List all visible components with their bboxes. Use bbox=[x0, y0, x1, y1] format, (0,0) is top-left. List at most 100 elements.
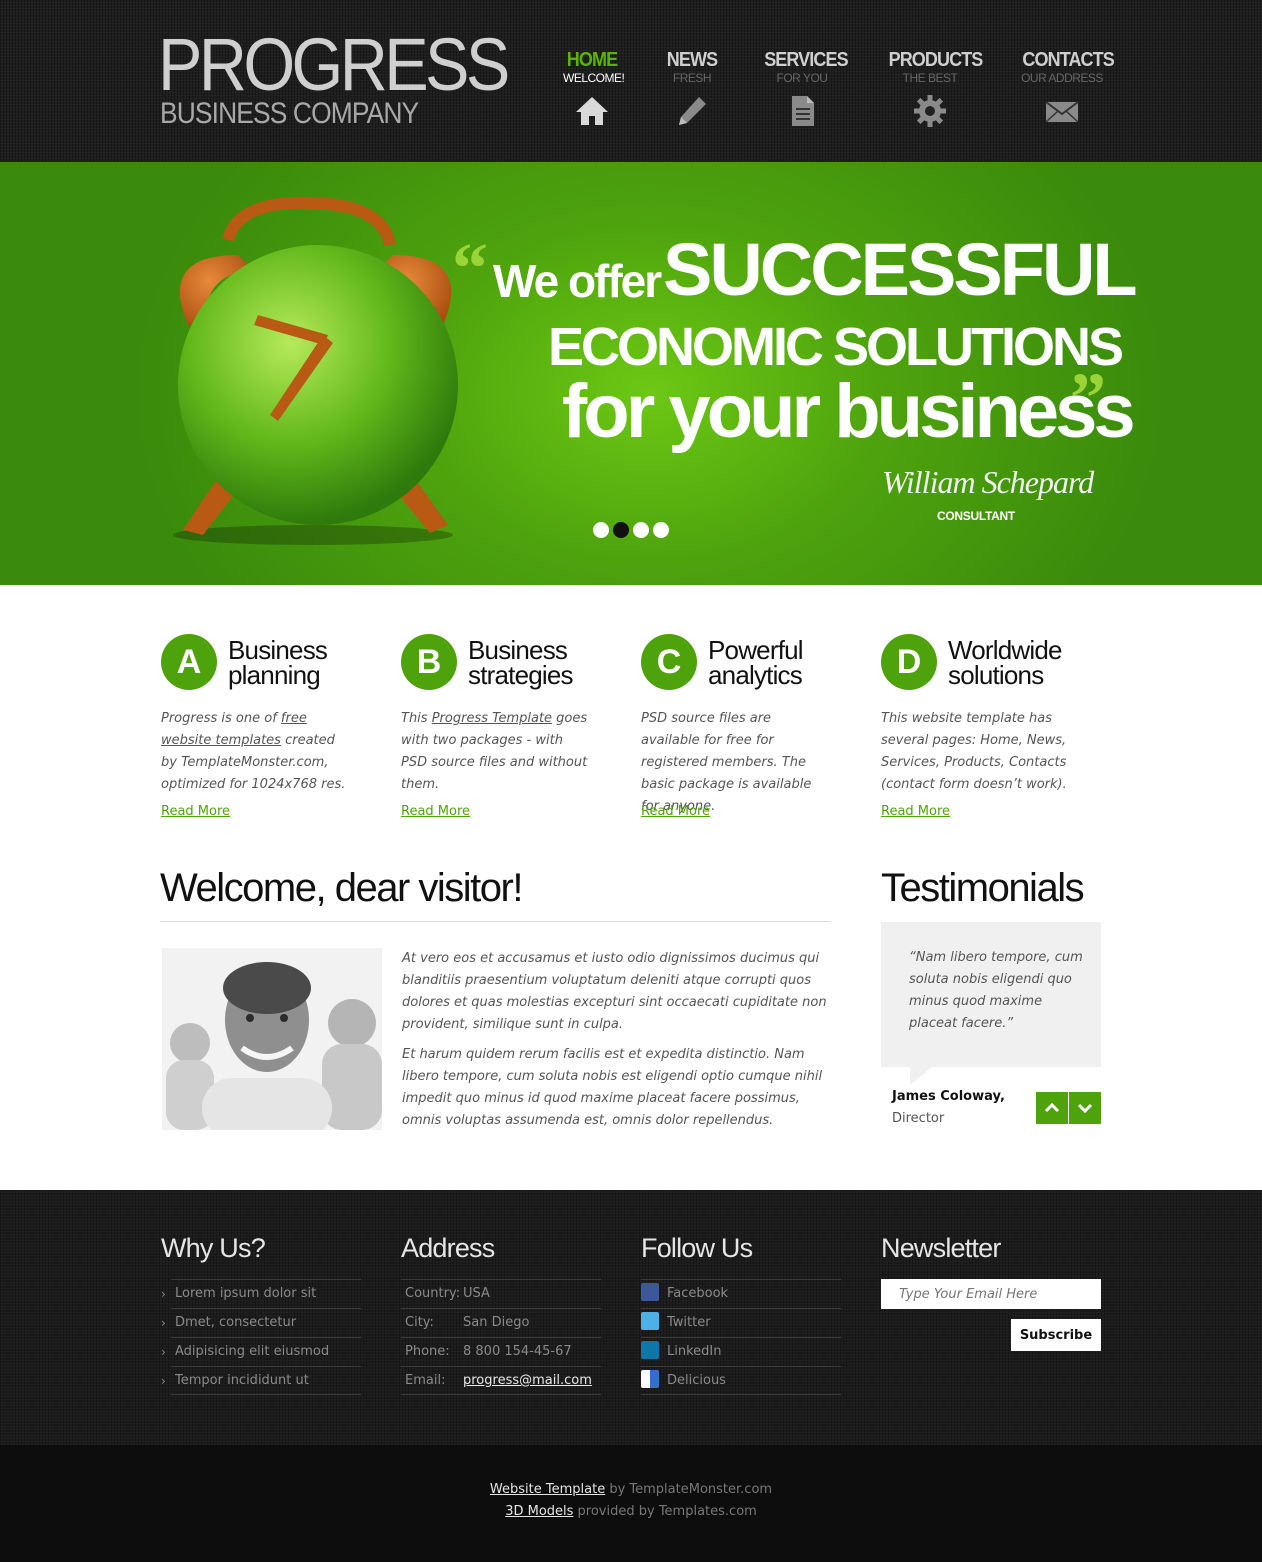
testimonial-next-button[interactable] bbox=[1069, 1092, 1101, 1124]
banner-line1-small: We offer bbox=[493, 255, 662, 307]
nav-contacts[interactable]: CONTACTS OUR ADDRESS bbox=[1018, 48, 1115, 128]
nav-services-label: SERVICES bbox=[764, 49, 848, 71]
team-photo bbox=[162, 948, 382, 1130]
nav-news[interactable]: NEWS FRESH bbox=[664, 48, 720, 128]
address-heading: Address bbox=[401, 1233, 495, 1263]
nav-contacts-sub: OUR ADDRESS bbox=[1021, 71, 1103, 85]
chevron-right-icon: › bbox=[161, 1287, 166, 1301]
banner-line2: ECONOMIC SOLUTIONS bbox=[548, 317, 1124, 377]
3d-models-link[interactable]: 3D Models bbox=[505, 1504, 573, 1519]
pencil-icon bbox=[679, 97, 706, 125]
newsletter-email-input[interactable] bbox=[881, 1279, 1101, 1309]
gear-icon bbox=[914, 95, 946, 127]
banner-line3: for your business bbox=[562, 369, 1136, 454]
feature-badge: C bbox=[641, 634, 697, 690]
logo-title[interactable]: PROGRESS bbox=[158, 28, 510, 102]
list-item[interactable]: › Dmet, consectetur bbox=[161, 1308, 361, 1337]
website-template-link[interactable]: Website Template bbox=[490, 1482, 605, 1497]
slider-pagination bbox=[593, 522, 669, 538]
nav-news-label: NEWS bbox=[666, 49, 718, 71]
testimonial-quote: “Nam libero tempore, cum soluta nobis el… bbox=[909, 950, 1083, 1031]
slider-dot-active[interactable] bbox=[613, 522, 629, 538]
social-list: Facebook Twitter LinkedIn Delicious bbox=[641, 1279, 841, 1395]
feature-text: This website template has several pages:… bbox=[881, 711, 1067, 792]
testimonials-heading: Testimonials bbox=[881, 866, 1085, 910]
list-item[interactable]: › Lorem ipsum dolor sit bbox=[161, 1279, 361, 1308]
home-icon bbox=[576, 97, 608, 125]
welcome-paragraph-1: At vero eos et accusamus et iusto odio d… bbox=[402, 951, 827, 1032]
feature-title: Business strategies bbox=[468, 635, 574, 690]
why-us-list: › Lorem ipsum dolor sit › Dmet, consectetu… bbox=[161, 1279, 361, 1395]
mail-icon bbox=[1045, 101, 1079, 123]
document-icon bbox=[792, 96, 814, 126]
divider bbox=[160, 921, 831, 922]
read-more-link[interactable]: Read More bbox=[401, 804, 470, 819]
consultant-signature: William Schepard bbox=[882, 464, 1094, 500]
read-more-link[interactable]: Read More bbox=[641, 804, 710, 819]
slider-dot[interactable] bbox=[633, 522, 649, 538]
twitter-icon bbox=[641, 1311, 659, 1330]
nav-home-label: HOME bbox=[566, 49, 618, 71]
copyright-line-1: Website Template by TemplateMonster.com bbox=[489, 1482, 773, 1497]
nav-home[interactable]: HOME WELCOME! bbox=[563, 48, 625, 128]
chevron-up-icon bbox=[1044, 1102, 1060, 1113]
quote-close-mark: ” bbox=[1070, 358, 1106, 438]
social-delicious[interactable]: Delicious bbox=[641, 1366, 841, 1395]
slider-dot[interactable] bbox=[653, 522, 669, 538]
nav-products[interactable]: PRODUCTS THE BEST bbox=[884, 48, 984, 128]
linkedin-icon bbox=[641, 1340, 659, 1359]
nav-products-sub: THE BEST bbox=[902, 71, 958, 85]
feature-title: Powerful analytics bbox=[708, 635, 804, 690]
feature-title: Business planning bbox=[228, 635, 328, 690]
social-facebook[interactable]: Facebook bbox=[641, 1279, 841, 1308]
chevron-right-icon: › bbox=[161, 1345, 166, 1359]
testimonial-bubble-tail bbox=[910, 1067, 932, 1085]
progress-template-link[interactable]: Progress Template bbox=[432, 711, 552, 726]
nav-contacts-label: CONTACTS bbox=[1022, 49, 1114, 71]
feature-badge: A bbox=[161, 634, 217, 690]
nav-services[interactable]: SERVICES FOR YOU bbox=[760, 48, 849, 128]
feature-badge: B bbox=[401, 634, 457, 690]
welcome-heading: Welcome, dear visitor! bbox=[160, 866, 523, 910]
copyright-line-2: 3D Models provided by Templates.com bbox=[505, 1504, 757, 1519]
grass-alarm-clock-image bbox=[173, 196, 458, 545]
logo-subtitle[interactable]: BUSINESS COMPANY bbox=[160, 98, 419, 130]
list-item[interactable]: › Adipisicing elit eiusmod bbox=[161, 1337, 361, 1366]
welcome-text: At vero eos et accusamus et iusto odio d… bbox=[402, 948, 832, 1140]
chevron-right-icon: › bbox=[161, 1374, 166, 1388]
feature-text: Progress is one of free website template… bbox=[161, 711, 346, 792]
testimonial-prev-button[interactable] bbox=[1036, 1092, 1068, 1124]
read-more-link[interactable]: Read More bbox=[881, 804, 950, 819]
chevron-down-icon bbox=[1077, 1103, 1093, 1114]
consultant-role: CONSULTANT bbox=[937, 509, 1015, 523]
read-more-link[interactable]: Read More bbox=[161, 804, 230, 819]
follow-us-heading: Follow Us bbox=[641, 1233, 753, 1263]
newsletter-heading: Newsletter bbox=[881, 1233, 1001, 1263]
social-linkedin[interactable]: LinkedIn bbox=[641, 1337, 841, 1366]
address-row: Email: progress@mail.com bbox=[401, 1366, 601, 1395]
facebook-icon bbox=[641, 1282, 659, 1301]
nav-products-label: PRODUCTS bbox=[888, 49, 984, 71]
address-row: Country: USA bbox=[401, 1279, 601, 1308]
nav-news-sub: FRESH bbox=[672, 71, 712, 85]
address-list: Country: USA City: San Diego Phone: 8 800 1… bbox=[401, 1279, 601, 1395]
feature-text: This Progress Template goes with two pac… bbox=[401, 711, 588, 792]
chevron-right-icon: › bbox=[161, 1316, 166, 1330]
quote-open-mark: “ bbox=[452, 228, 488, 308]
testimonial-role: Director bbox=[892, 1111, 945, 1126]
address-row: Phone: 8 800 154-45-67 bbox=[401, 1337, 601, 1366]
subscribe-button[interactable]: Subscribe bbox=[1011, 1319, 1101, 1351]
feature-badge: D bbox=[881, 634, 937, 690]
feature-text: PSD source files are available for free … bbox=[641, 711, 812, 814]
welcome-paragraph-2: Et harum quidem rerum facilis est et exp… bbox=[402, 1047, 823, 1128]
email-link[interactable]: progress@mail.com bbox=[463, 1373, 592, 1388]
testimonial-author: James Coloway, bbox=[892, 1089, 1005, 1104]
feature-title: Worldwide solutions bbox=[948, 635, 1063, 690]
social-twitter[interactable]: Twitter bbox=[641, 1308, 841, 1337]
list-item[interactable]: › Tempor incididunt ut bbox=[161, 1366, 361, 1395]
address-row: City: San Diego bbox=[401, 1308, 601, 1337]
why-us-heading: Why Us? bbox=[161, 1233, 266, 1263]
slider-dot[interactable] bbox=[593, 522, 609, 538]
banner-line1-big: SUCCESSFUL bbox=[663, 228, 1138, 311]
delicious-icon bbox=[641, 1369, 659, 1388]
